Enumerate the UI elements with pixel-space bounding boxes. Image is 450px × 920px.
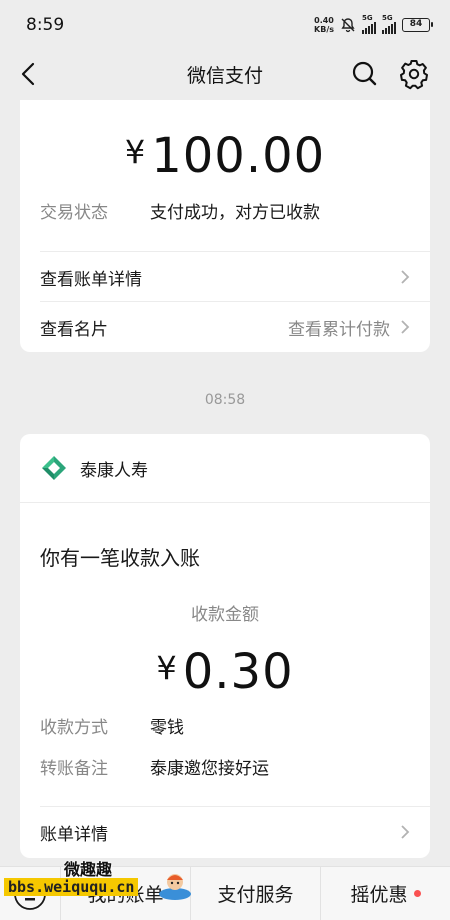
- divider: [20, 502, 430, 503]
- status-icons: 0.40 KB/s 5G 5G 84: [314, 14, 433, 34]
- receipt-notification-card: 泰康人寿 你有一笔收款入账 收款金额 ¥0.30 收款方式 零钱 转账备注 泰康…: [20, 434, 430, 858]
- chevron-right-icon: [401, 825, 410, 839]
- receipt-amount: ¥0.30: [20, 644, 430, 700]
- amount-value: 0.30: [182, 644, 294, 700]
- chevron-right-icon: [401, 270, 410, 284]
- menu-shake-offers[interactable]: 摇优惠: [320, 866, 450, 920]
- transfer-remark-row: 转账备注 泰康邀您接好运: [40, 754, 269, 779]
- bill-details-label: 查看账单详情: [40, 269, 142, 290]
- chevron-right-icon: [401, 320, 410, 334]
- bell-muted-icon: [341, 18, 355, 33]
- network-speed-value: 0.40: [314, 16, 334, 25]
- bill-details-row[interactable]: 账单详情: [20, 807, 430, 857]
- method-label: 收款方式: [40, 718, 108, 738]
- bottom-menu-bar: 我的账单 支付服务 摇优惠: [0, 866, 450, 920]
- menu-label: 支付服务: [217, 884, 294, 906]
- remark-label: 转账备注: [40, 759, 108, 779]
- keyboard-icon: [14, 877, 46, 910]
- message-timestamp: 08:58: [204, 392, 246, 408]
- back-arrow-icon[interactable]: [14, 58, 46, 90]
- notification-dot: [413, 890, 421, 897]
- status-value: 支付成功，对方已收款: [150, 203, 320, 223]
- settings-gear-icon[interactable]: [398, 58, 430, 90]
- menu-label: 我的账单: [87, 884, 164, 906]
- menu-my-bills[interactable]: 我的账单: [60, 866, 190, 920]
- payment-amount: ¥100.00: [20, 128, 430, 184]
- amount-value: 100.00: [151, 128, 326, 184]
- network-speed: 0.40 KB/s: [314, 16, 334, 34]
- receipt-method-row: 收款方式 零钱: [40, 713, 184, 738]
- payment-result-card: ¥100.00 交易状态 支付成功，对方已收款 查看账单详情 查看名片 查看累计…: [20, 100, 430, 352]
- signal-2-label: 5G: [382, 14, 393, 22]
- taikang-logo-icon: [42, 456, 66, 480]
- bill-details-label: 账单详情: [40, 824, 108, 845]
- method-value: 零钱: [150, 718, 184, 738]
- battery-icon: 84: [402, 18, 433, 32]
- signal-2-icon: 5G: [382, 14, 396, 34]
- menu-payment-services[interactable]: 支付服务: [190, 866, 320, 920]
- page-title: 微信支付: [186, 64, 263, 87]
- view-card-label: 查看名片: [40, 319, 108, 340]
- menu-label: 摇优惠: [350, 884, 408, 906]
- status-label: 交易状态: [40, 203, 108, 223]
- view-card-row[interactable]: 查看名片 查看累计付款: [20, 302, 430, 352]
- status-bar: 8:59 0.40 KB/s 5G 5G 84: [0, 0, 450, 50]
- status-time: 8:59: [26, 15, 65, 35]
- keyboard-toggle-button[interactable]: [0, 867, 60, 920]
- signal-1-label: 5G: [362, 14, 373, 22]
- transaction-status-row: 交易状态 支付成功，对方已收款: [40, 198, 320, 223]
- nav-bar: 微信支付: [0, 50, 450, 98]
- receipt-notice-title: 你有一笔收款入账: [40, 546, 200, 570]
- view-bill-details-row[interactable]: 查看账单详情: [20, 252, 430, 302]
- cumulative-payment-link[interactable]: 查看累计付款: [288, 315, 390, 340]
- merchant-header[interactable]: 泰康人寿: [20, 434, 430, 502]
- currency-symbol: ¥: [124, 133, 146, 171]
- receipt-amount-label: 收款金额: [191, 605, 259, 625]
- merchant-name: 泰康人寿: [80, 460, 148, 481]
- currency-symbol: ¥: [156, 649, 177, 687]
- search-icon[interactable]: [348, 58, 380, 90]
- remark-value: 泰康邀您接好运: [150, 759, 269, 779]
- network-speed-unit: KB/s: [314, 25, 334, 34]
- signal-1-icon: 5G: [362, 14, 376, 34]
